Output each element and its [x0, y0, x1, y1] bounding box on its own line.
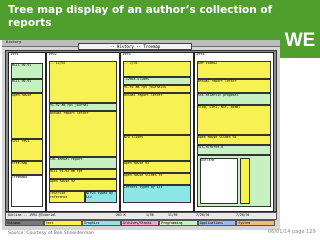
- cell[interactable]: Open house: [11, 93, 43, 139]
- cell[interactable]: Open house slides 93: [123, 173, 191, 185]
- source-note: Source: Courtesy of Ben Shneiderman: [8, 231, 94, 236]
- status-date: 7/20/94: [236, 213, 250, 217]
- cell[interactable]: -12044-slides: [123, 77, 191, 85]
- status-bar: Outline -- 1994 @Tutorial 263 K 1/96 11/…: [5, 212, 277, 220]
- cell[interactable]: annual report letter: [123, 93, 191, 135]
- status-size: 263 K: [116, 213, 126, 217]
- legend-applications: Applications: [197, 220, 237, 226]
- status-date: 7/20/94: [196, 213, 210, 217]
- column-1993[interactable]: 1993 -- 2/93 -12044-slides 91-92 am rpt …: [120, 52, 194, 212]
- cell[interactable]: CHI annual report: [49, 157, 117, 169]
- cell[interactable]: [240, 158, 250, 204]
- cell[interactable]: HCIL 90-91: [11, 63, 43, 79]
- column-1992[interactable]: 1992 -- 12/92 91-92 am rpt journal annua…: [46, 52, 120, 212]
- cell[interactable]: NTP23 typed by Liz: [85, 191, 117, 203]
- legend-graphics: Graphics: [82, 220, 121, 226]
- cell[interactable]: Outline: [200, 158, 238, 204]
- slide-header: Tree map display of an author’s collecti…: [0, 0, 320, 40]
- column-label: 1991: [10, 52, 19, 56]
- column-label: 1994: [196, 52, 205, 56]
- legend-unknown: Unknown: [5, 220, 44, 226]
- cell[interactable]: annual report letter: [49, 111, 117, 157]
- treemap-screenshot: History -- History -- Treemap 1991 HCIL …: [2, 40, 280, 230]
- window-title: -- History -- Treemap: [78, 43, 192, 50]
- cell[interactable]: HCIL 90-91: [11, 79, 43, 93]
- cell[interactable]: -- 2/93: [123, 61, 191, 77]
- cell[interactable]: Letters typed by Liz: [123, 185, 191, 203]
- cell[interactable]: SVIT revi: [11, 139, 43, 161]
- column-1994[interactable]: 1994 AHP video2 annual report letter ScE…: [194, 52, 274, 212]
- file-type-legend: Unknown Text Graphics Archives/Stacks Pr…: [5, 220, 276, 226]
- cell[interactable]: Treemaps: [11, 175, 43, 207]
- cell[interactable]: Open house 92: [49, 179, 117, 191]
- slide-title: Tree map display of an author’s collecti…: [8, 4, 273, 29]
- cell[interactable]: Vlog, LIRI, NSF, dcabl: [197, 105, 271, 135]
- status-date: 1/96: [146, 213, 154, 217]
- cell[interactable]: VIS.dlforce.d: [197, 145, 271, 155]
- cell[interactable]: Open house slides 94: [197, 135, 271, 145]
- column-label: 1993: [122, 52, 131, 56]
- menu-history[interactable]: History: [6, 40, 21, 45]
- footer-page: page 129: [292, 229, 316, 235]
- cell[interactable]: ScE atlantic proposal: [197, 93, 271, 105]
- column-1991[interactable]: 1991 HCIL 90-91 HCIL 90-91 Open house SV…: [8, 52, 46, 212]
- column-label: 1992: [48, 52, 57, 56]
- status-date: 11/95: [168, 213, 178, 217]
- cell[interactable]: -- 12/92: [49, 61, 117, 103]
- cell[interactable]: 91-92 am rpt journalis: [123, 85, 191, 93]
- cell[interactable]: Open house 93: [123, 161, 191, 173]
- slide-footer: 06/01/14 page 129: [268, 229, 316, 235]
- cell[interactable]: 91-92 am rpt journal: [49, 103, 117, 111]
- cell[interactable]: NYU slides: [123, 135, 191, 161]
- legend-text: Text: [43, 220, 83, 226]
- cell[interactable]: Outline: [197, 155, 271, 207]
- cell[interactable]: HCIL 91-92 am rpt: [49, 169, 117, 179]
- status-path: Outline -- 1994 @Tutorial: [8, 213, 56, 217]
- legend-system: System: [236, 220, 276, 226]
- cell[interactable]: tree-map: [11, 161, 43, 175]
- cell[interactable]: AHP video2: [197, 61, 271, 79]
- footer-date: 06/01/14: [268, 229, 291, 235]
- legend-archives: Archives/Stacks: [120, 220, 160, 226]
- cell[interactable]: annual report letter: [197, 79, 271, 93]
- we-logo: WE: [280, 24, 320, 58]
- treemap-area: 1991 HCIL 90-91 HCIL 90-91 Open house SV…: [5, 50, 277, 212]
- cell[interactable]: TeXtrise reference: [49, 191, 85, 203]
- legend-programming: Programming: [159, 220, 198, 226]
